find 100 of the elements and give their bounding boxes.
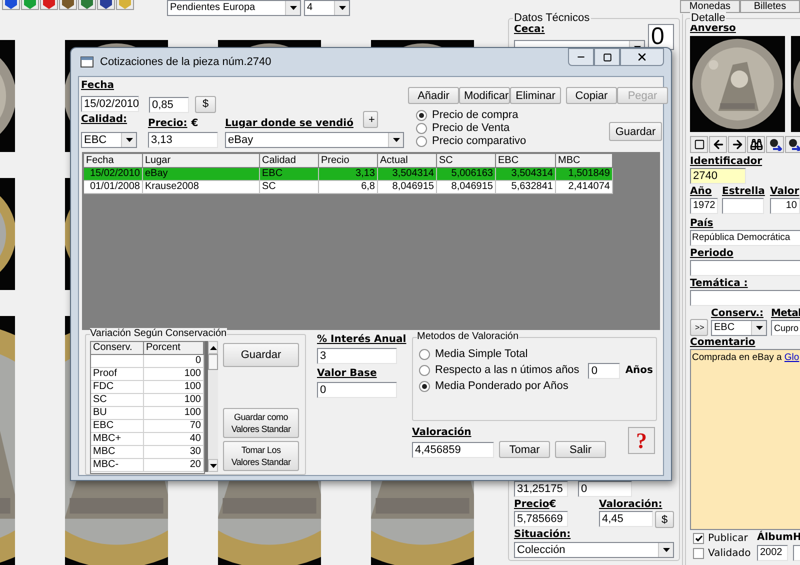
table-cell: 8,046915 [437,181,496,194]
column-header[interactable]: Actual [378,154,437,168]
currency-button[interactable]: $ [195,96,216,112]
field-label: % Interés Anual [317,334,408,346]
dropdown[interactable]: eBay [225,132,404,148]
input-field[interactable]: 3,13 [148,132,218,148]
table-cell: Proof [91,368,144,381]
input-field[interactable]: Cupro [771,320,800,336]
table-cell: 100 [144,368,204,381]
table-cell: Krause2008 [143,181,260,194]
column-header[interactable]: SC [437,154,496,168]
expand-button[interactable]: >> [690,319,708,336]
action-button[interactable]: Copiar [566,87,617,104]
table-cell: 6,8 [319,181,378,194]
table-cell: 0 [144,355,204,368]
input-field[interactable]: 2002 [757,545,788,561]
input-field[interactable]: 3 [317,348,397,364]
table-cell: FDC [91,381,144,394]
field-label: Valoración: [599,499,664,511]
field-label: Años [625,365,653,377]
input-field[interactable]: 0 [578,481,632,497]
table-cell: 40 [144,433,204,446]
field-label: Metal [771,308,800,320]
save-standard-button[interactable]: Guardar como Valores Standar [223,408,299,438]
tab[interactable]: Monedas [680,0,740,13]
radio-label: Precio de Venta [432,122,510,135]
input-field[interactable]: 1972 [690,198,718,214]
field-label: Anverso [690,23,737,35]
field-label: Calidad: [81,114,128,125]
table-cell: BU [91,407,144,420]
comment-link[interactable]: Glo [784,352,800,363]
checkbox-label: Publicar [708,532,748,544]
field-label: Valor [770,186,800,198]
column-header[interactable]: Precio [319,154,378,168]
field-label: € [549,499,556,511]
table-cell: 8,046915 [378,181,437,194]
table-cell: 100 [144,407,204,420]
table-row[interactable]: 01/01/2008 Krause2008 SC 6,8 8,046915 8,046915 5,632841 2,414074 [84,181,613,194]
column-header[interactable]: Lugar [143,154,260,168]
field-label: Año [690,186,713,198]
dropdown[interactable]: Pendientes Europa [167,0,301,16]
help-button[interactable]: ? [628,427,655,454]
panel-title: Detalle [690,12,726,25]
radio-label: Media Simple Total [435,348,528,361]
window-title: Cotizaciones de la pieza núm.2740 [100,56,272,68]
table-cell: 100 [144,394,204,407]
input-field[interactable]: 31,25175 [514,481,568,497]
input-field[interactable]: 0 [317,382,397,398]
column-header[interactable]: MBC [556,154,613,168]
column-header[interactable]: Calidad [260,154,319,168]
table-cell: SC [260,181,319,194]
table-cell: 01/01/2008 [84,181,143,194]
field-label: País [690,218,714,230]
column-header[interactable]: EBC [496,154,556,168]
field-label: Identificador [690,156,764,168]
input-field[interactable]: 4,45 [599,511,653,527]
input-field[interactable]: 5,785669 [514,511,568,527]
dropdown[interactable]: 4 [304,0,350,16]
exit-button[interactable]: Salir [555,441,606,458]
input-field[interactable]: 2740 [690,168,746,184]
counter-field[interactable]: 0 [648,24,674,50]
take-button[interactable]: Tomar [499,441,550,458]
column-header[interactable]: Porcent [144,342,204,355]
field-label: Fecha [81,80,116,92]
column-header[interactable]: Conserv. [91,342,144,355]
action-button[interactable]: Modificar [459,87,510,104]
panel-title: Datos Técnicos [513,12,591,25]
currency-button[interactable]: $ [655,511,674,528]
dropdown[interactable]: EBC [711,320,767,336]
dropdown[interactable]: EBC [81,132,137,148]
radio-label: Precio de compra [432,109,518,122]
checkbox-label: Validado [708,548,751,560]
field-label: Valor Base [317,368,378,380]
dropdown[interactable]: Colección [514,542,674,558]
table-cell: SC [91,394,144,407]
table-cell: EBC [91,420,144,433]
field-label: Conserv.: [711,308,764,320]
add-button[interactable]: + [363,111,378,128]
comment-text: Comprada en eBay a [692,352,783,363]
table-row[interactable]: 15/02/2010 eBay EBC 3,13 3,504314 5,006163 3,504314 1,501849 [84,168,613,181]
field-label: Temática : [690,278,749,290]
comment-field[interactable]: Comprada en eBay a Glo [690,349,800,530]
save-button[interactable]: Guardar [223,343,299,367]
radio-label: Precio comparativo [432,135,526,148]
load-standard-button[interactable]: Tomar Los Valores Standar [223,441,299,471]
save-button[interactable]: Guardar [609,122,662,141]
table-cell: 20 [144,459,204,472]
input-field[interactable]: 0,85 [149,97,189,113]
tab[interactable]: Billetes [740,0,800,13]
input-field[interactable]: 10 [770,198,800,214]
action-button[interactable]: Añadir [408,87,459,104]
input-field[interactable]: 4,456859 [412,442,494,458]
field-label: Situación: [514,529,572,541]
field-label: Estrella [722,186,766,198]
input-field[interactable]: 0 [588,363,620,379]
input-field[interactable]: 15/02/2010 [81,96,139,112]
column-header[interactable]: Fecha [84,154,143,168]
input-field[interactable]: República Democrática [690,230,800,246]
action-button[interactable]: Eliminar [510,87,561,104]
field-label: Precio [514,499,550,511]
